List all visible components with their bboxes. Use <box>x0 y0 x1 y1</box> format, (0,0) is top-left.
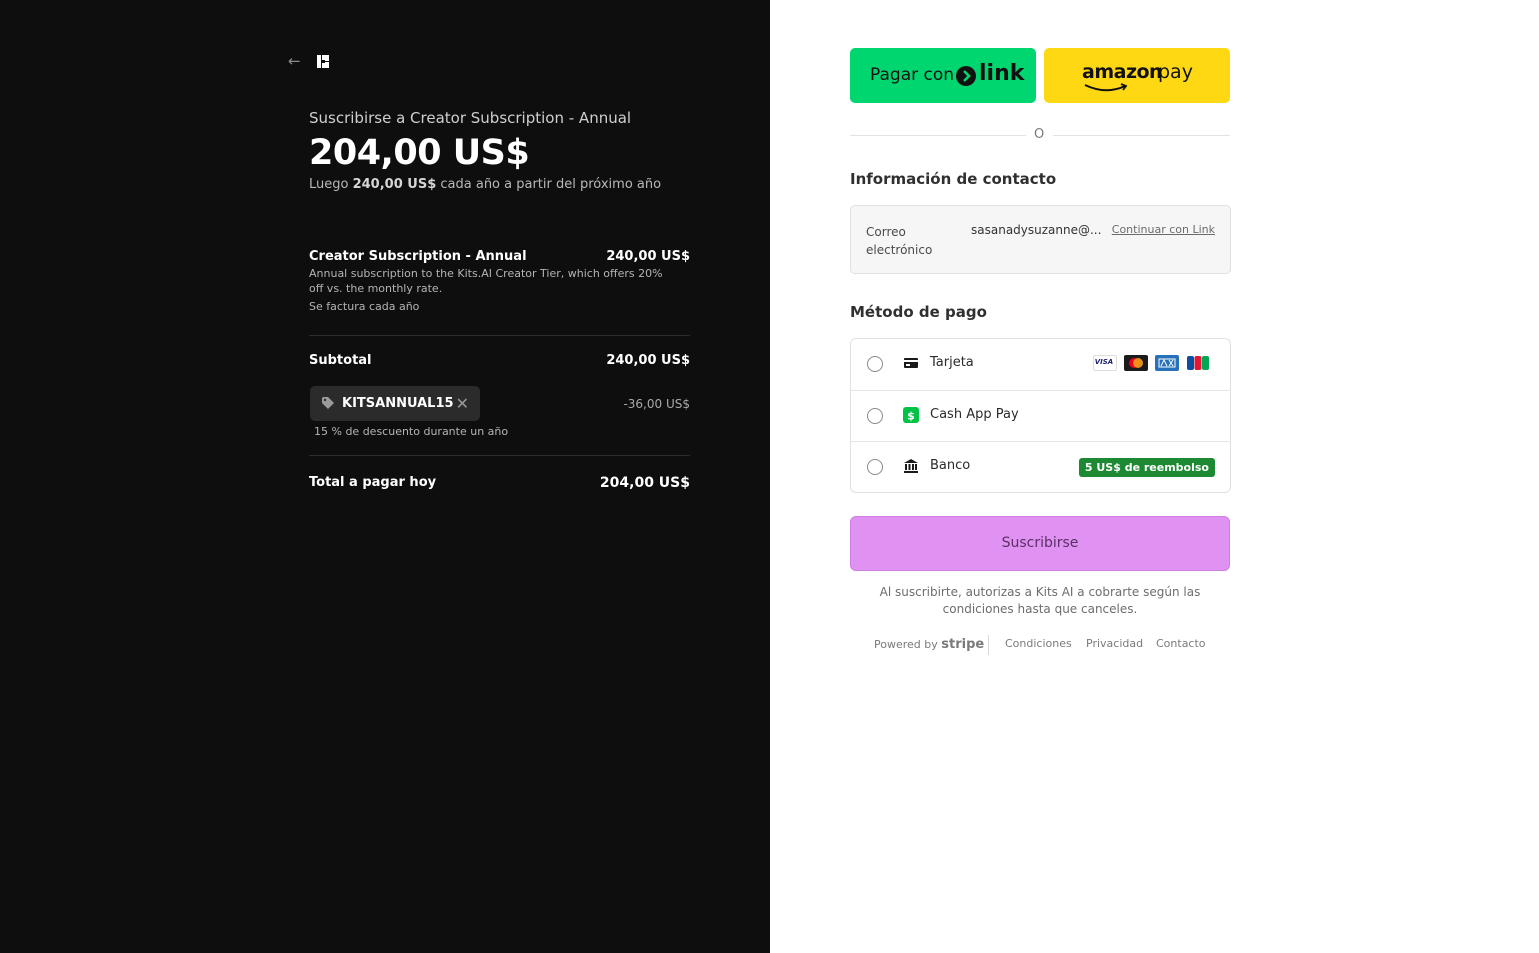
cash-app-icon: $ <box>903 407 919 423</box>
line-item: Creator Subscription - Annual 240,00 US$… <box>309 249 690 313</box>
amazon-pay-label: pay <box>1158 61 1193 83</box>
radio-button[interactable] <box>867 356 883 372</box>
or-separator: O <box>1034 127 1045 142</box>
total-value: 204,00 US$ <box>599 475 690 491</box>
stripe-logo: stripe <box>941 637 985 652</box>
footer-link-terms[interactable]: Condiciones <box>1005 637 1072 650</box>
promo-description: 15 % de descuento durante un año <box>314 425 509 438</box>
link-brand: link <box>979 61 1025 86</box>
amazon-pay-button[interactable]: amazon pay <box>1044 48 1230 103</box>
amazon-brand: amazon <box>1082 61 1163 83</box>
close-icon[interactable]: ✕ <box>456 394 469 413</box>
payment-option-label: Cash App Pay <box>930 407 1019 422</box>
item-description: Annual subscription to the Kits.AI Creat… <box>309 267 663 295</box>
powered-by[interactable]: Powered by stripe <box>874 637 984 652</box>
link-arrow-icon <box>956 66 976 86</box>
subscribe-label: Suscribirse <box>1001 535 1079 551</box>
item-billing: Se factura cada año <box>309 300 420 313</box>
cashback-badge: 5 US$ de reembolso <box>1078 458 1215 477</box>
continue-with-link[interactable]: Continuar con Link <box>1112 223 1215 236</box>
subscribe-button[interactable]: Suscribirse <box>850 516 1230 571</box>
payment-option-label: Tarjeta <box>930 355 974 370</box>
link-button-label: Pagar con <box>870 65 955 85</box>
payment-option-label: Banco <box>930 458 971 473</box>
mastercard-icon <box>1123 355 1148 371</box>
visa-icon: VISA <box>1092 355 1117 371</box>
email-value[interactable]: sasanadysuzanne@... <box>971 223 1103 237</box>
kits-logo-icon <box>317 55 329 68</box>
jcb-icon <box>1186 355 1210 371</box>
price-today: 204,00 US$ <box>309 133 530 173</box>
email-label: Correo electrónico <box>866 225 933 257</box>
divider <box>309 455 690 456</box>
card-icon <box>904 358 918 368</box>
arrow-left-icon[interactable]: ← <box>288 53 304 69</box>
payment-option-bank[interactable]: Banco 5 US$ de reembolso <box>851 441 1230 493</box>
item-price: 240,00 US$ <box>606 249 690 264</box>
subtotal-value: 240,00 US$ <box>606 353 690 368</box>
divider <box>309 335 690 336</box>
pay-with-link-button[interactable]: Pagar con link <box>850 48 1036 103</box>
footer-link-privacy[interactable]: Privacidad <box>1086 637 1143 650</box>
contact-field: Correo electrónico sasanadysuzanne@... C… <box>850 205 1231 274</box>
discount-amount: -36,00 US$ <box>623 397 690 411</box>
subtotal-row: Subtotal 240,00 US$ <box>309 353 690 368</box>
bank-icon <box>904 459 918 473</box>
radio-button[interactable] <box>867 459 883 475</box>
payment-option-cash-app[interactable]: $ Cash App Pay <box>851 390 1230 442</box>
payment-option-card[interactable]: Tarjeta VISA <box>851 339 1230 390</box>
terms-text: Al suscribirte, autorizas a Kits AI a co… <box>879 585 1201 616</box>
amex-icon <box>1154 355 1179 371</box>
card-brands: VISA <box>1091 355 1210 371</box>
order-summary-panel: ← Suscribirse a Creator Subscription - A… <box>0 0 770 953</box>
payment-panel: Pagar con link amazon pay O Información … <box>770 0 1539 953</box>
svg-text:$: $ <box>907 410 915 423</box>
renewal-note: Luego 240,00 US$ cada año a partir del p… <box>309 177 662 192</box>
amazon-smile-icon <box>1084 83 1128 92</box>
divider <box>988 635 989 655</box>
promo-code-chip: KITSANNUAL15 ✕ <box>310 386 480 421</box>
radio-button[interactable] <box>867 408 883 424</box>
promo-code: KITSANNUAL15 <box>342 396 454 411</box>
payment-method-list: Tarjeta VISA $ Cash App Pay Banco 5 US$ … <box>850 338 1231 493</box>
total-row: Total a pagar hoy 204,00 US$ <box>309 475 690 491</box>
renewal-amount: 240,00 US$ <box>352 177 437 192</box>
footer-link-contact[interactable]: Contacto <box>1156 637 1206 650</box>
payment-method-heading: Método de pago <box>850 303 987 321</box>
divider <box>1053 135 1230 136</box>
tag-icon <box>322 397 334 409</box>
divider <box>850 135 1026 136</box>
contact-heading: Información de contacto <box>850 170 1057 188</box>
subscription-title: Suscribirse a Creator Subscription - Ann… <box>309 109 632 127</box>
